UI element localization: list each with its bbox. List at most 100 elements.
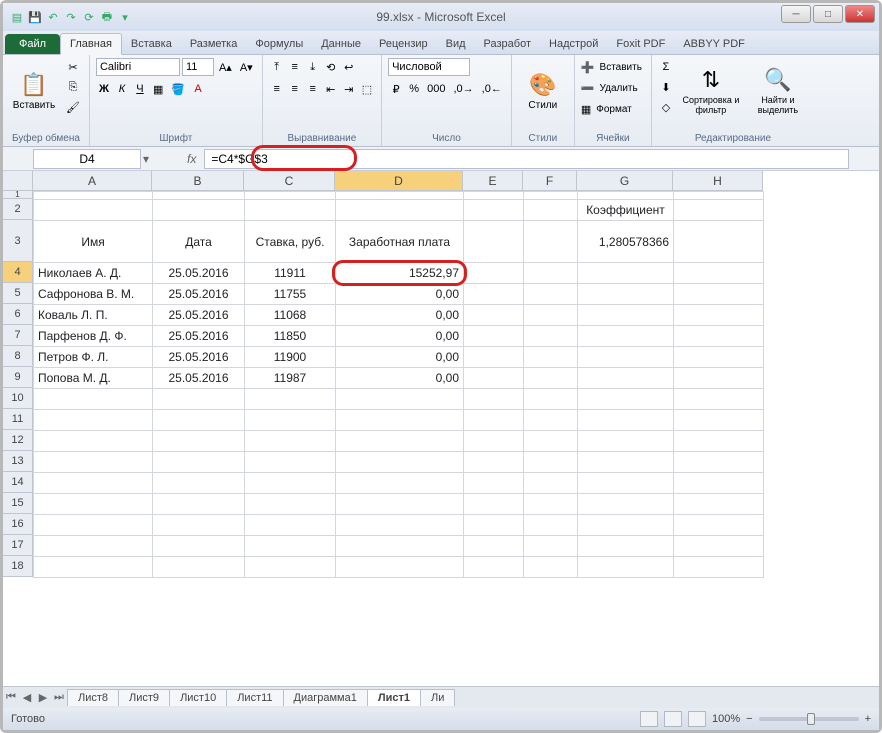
cell-D8[interactable]: 0,00: [336, 347, 464, 368]
paste-button[interactable]: 📋Вставить: [9, 58, 59, 124]
col-header-E[interactable]: E: [463, 171, 523, 191]
font-name-select[interactable]: [96, 58, 180, 76]
row-header-8[interactable]: 8: [3, 346, 33, 367]
col-header-F[interactable]: F: [523, 171, 577, 191]
undo-icon[interactable]: ↶: [45, 9, 61, 25]
col-header-H[interactable]: H: [673, 171, 763, 191]
align-top-icon[interactable]: ⤒: [269, 58, 285, 76]
cell-C5[interactable]: 11755: [245, 284, 336, 305]
tab-home[interactable]: Главная: [60, 33, 122, 55]
row-header-1[interactable]: 1: [3, 191, 33, 199]
fill-color-icon[interactable]: 🪣: [168, 80, 188, 98]
cell-C9[interactable]: 11987: [245, 368, 336, 389]
cell-C3[interactable]: Ставка, руб.: [245, 221, 336, 263]
italic-button[interactable]: К: [114, 80, 130, 98]
sheet-tab-6[interactable]: Ли: [420, 689, 455, 706]
view-normal-icon[interactable]: [640, 711, 658, 727]
cell-D5[interactable]: 0,00: [336, 284, 464, 305]
tab-abbyy[interactable]: ABBYY PDF: [674, 34, 754, 54]
zoom-level[interactable]: 100%: [712, 713, 740, 725]
view-layout-icon[interactable]: [664, 711, 682, 727]
cell-A9[interactable]: Попова М. Д.: [34, 368, 153, 389]
font-color-icon[interactable]: A: [190, 80, 206, 98]
row-header-17[interactable]: 17: [3, 535, 33, 556]
cell-D3[interactable]: Заработная плата: [336, 221, 464, 263]
insert-cells-button[interactable]: Вставить: [597, 58, 645, 76]
align-right-icon[interactable]: ≡: [305, 80, 321, 98]
bold-button[interactable]: Ж: [96, 80, 112, 98]
cell-B3[interactable]: Дата: [153, 221, 245, 263]
sheet-nav-last-icon[interactable]: ⏭: [51, 691, 67, 704]
find-select-button[interactable]: 🔍Найти и выделить: [748, 58, 808, 124]
cell-A5[interactable]: Сафронова В. М.: [34, 284, 153, 305]
row-header-3[interactable]: 3: [3, 220, 33, 262]
redo-icon[interactable]: ↷: [63, 9, 79, 25]
cell-G2[interactable]: Коэффициент: [578, 200, 674, 221]
tab-formulas[interactable]: Формулы: [246, 34, 312, 54]
sheet-nav-prev-icon[interactable]: ◀: [19, 691, 35, 704]
align-left-icon[interactable]: ≡: [269, 80, 285, 98]
tab-addins[interactable]: Надстрой: [540, 34, 607, 54]
tab-data[interactable]: Данные: [312, 34, 370, 54]
row-header-4[interactable]: 4: [3, 262, 33, 283]
decrease-font-icon[interactable]: A▾: [237, 58, 256, 76]
namebox-dropdown-icon[interactable]: ▾: [143, 152, 149, 166]
cell-B6[interactable]: 25.05.2016: [153, 305, 245, 326]
zoom-in-icon[interactable]: +: [865, 713, 871, 725]
tab-insert[interactable]: Вставка: [122, 34, 181, 54]
cell-C4[interactable]: 11911: [245, 263, 336, 284]
format-cells-button[interactable]: Формат: [593, 100, 635, 118]
currency-icon[interactable]: ₽: [388, 80, 404, 98]
row-header-5[interactable]: 5: [3, 283, 33, 304]
save-icon[interactable]: 💾: [27, 9, 43, 25]
row-header-10[interactable]: 10: [3, 388, 33, 409]
tab-view[interactable]: Вид: [437, 34, 475, 54]
print-icon[interactable]: 🖶: [99, 9, 115, 25]
align-center-icon[interactable]: ≡: [287, 80, 303, 98]
cell-D9[interactable]: 0,00: [336, 368, 464, 389]
fill-icon[interactable]: ⬇: [658, 78, 674, 96]
col-header-C[interactable]: C: [244, 171, 335, 191]
cell-A6[interactable]: Коваль Л. П.: [34, 305, 153, 326]
zoom-slider[interactable]: [759, 717, 859, 721]
select-all-corner[interactable]: [3, 171, 33, 191]
clear-icon[interactable]: ◇: [658, 98, 674, 116]
tab-foxit[interactable]: Foxit PDF: [607, 34, 674, 54]
row-header-16[interactable]: 16: [3, 514, 33, 535]
styles-button[interactable]: 🎨Стили: [518, 58, 568, 124]
minimize-button[interactable]: ─: [781, 5, 811, 23]
decrease-indent-icon[interactable]: ⇤: [323, 80, 339, 98]
row-header-15[interactable]: 15: [3, 493, 33, 514]
increase-font-icon[interactable]: A▴: [216, 58, 235, 76]
cut-icon[interactable]: ✂: [63, 58, 83, 76]
file-tab[interactable]: Файл: [5, 34, 60, 54]
row-header-9[interactable]: 9: [3, 367, 33, 388]
cell-A8[interactable]: Петров Ф. Л.: [34, 347, 153, 368]
cell-A3[interactable]: Имя: [34, 221, 153, 263]
fx-icon[interactable]: fx: [187, 152, 196, 166]
col-header-D[interactable]: D: [335, 171, 463, 191]
comma-icon[interactable]: 000: [424, 80, 448, 98]
increase-indent-icon[interactable]: ⇥: [341, 80, 357, 98]
autosum-icon[interactable]: Σ: [658, 58, 674, 76]
row-header-11[interactable]: 11: [3, 409, 33, 430]
orientation-icon[interactable]: ⟲: [323, 58, 339, 76]
sheet-tab-5[interactable]: Лист1: [367, 689, 421, 706]
cell-C8[interactable]: 11900: [245, 347, 336, 368]
row-header-2[interactable]: 2: [3, 199, 33, 220]
cell-G3[interactable]: 1,280578366: [578, 221, 674, 263]
name-box[interactable]: D4: [33, 149, 141, 169]
row-header-13[interactable]: 13: [3, 451, 33, 472]
row-headers[interactable]: 1 2 3 4 5 6 7 8 9 10 11 12 13 14 15 16 1…: [3, 191, 33, 577]
row-header-18[interactable]: 18: [3, 556, 33, 577]
sheet-nav-first-icon[interactable]: ⏮: [3, 691, 19, 704]
close-button[interactable]: ✕: [845, 5, 875, 23]
sheet-tab-3[interactable]: Лист11: [226, 689, 283, 706]
column-headers[interactable]: A B C D E F G H: [33, 171, 763, 191]
cell-D4[interactable]: 15252,97: [336, 263, 464, 284]
row-header-12[interactable]: 12: [3, 430, 33, 451]
border-icon[interactable]: ▦: [150, 80, 166, 98]
cell-B5[interactable]: 25.05.2016: [153, 284, 245, 305]
qat-dropdown-icon[interactable]: ▾: [117, 9, 133, 25]
worksheet-grid[interactable]: A B C D E F G H 1 2 3 4 5 6 7 8 9 10 11 …: [3, 171, 879, 691]
